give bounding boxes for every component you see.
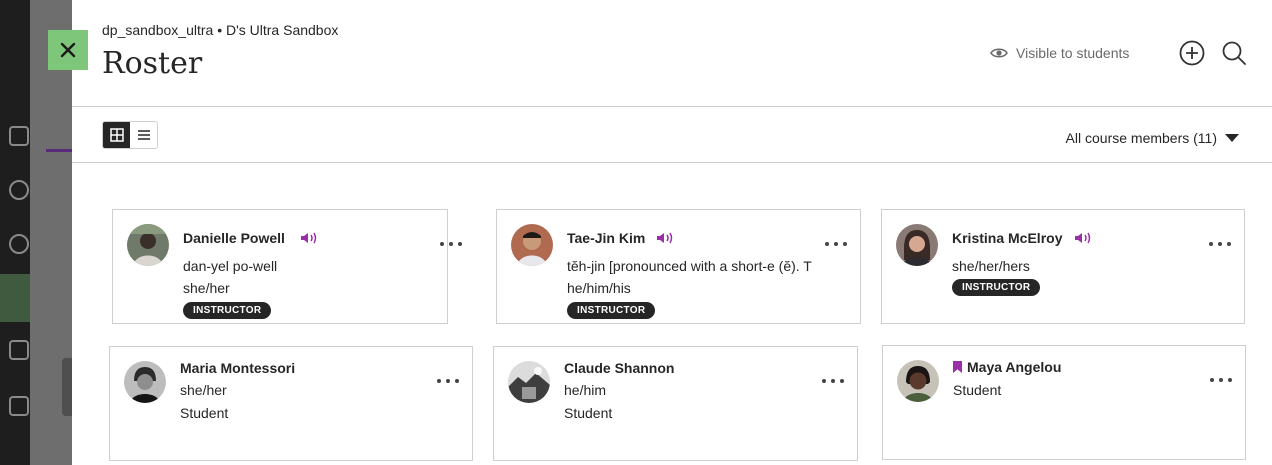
list-view-button[interactable] bbox=[130, 122, 157, 148]
dot bbox=[449, 242, 453, 246]
pronouns: she/her/hers bbox=[952, 258, 1030, 274]
name-pronunciation: dan-yel po-well bbox=[183, 258, 278, 274]
list-icon bbox=[137, 130, 150, 140]
add-icon bbox=[1179, 40, 1205, 66]
role: Student bbox=[180, 405, 229, 421]
background-nav bbox=[0, 0, 30, 465]
dot bbox=[840, 379, 844, 383]
member-name: Maya Angelou bbox=[967, 359, 1062, 375]
calendar-icon bbox=[9, 396, 29, 416]
role-badge: INSTRUCTOR bbox=[183, 302, 272, 319]
audio-icon[interactable] bbox=[300, 231, 320, 245]
more-options-button[interactable] bbox=[437, 373, 459, 389]
dot bbox=[825, 242, 829, 246]
member-card[interactable] bbox=[493, 346, 858, 461]
member-card[interactable] bbox=[881, 209, 1245, 324]
member-name[interactable]: Kristina McElroy bbox=[952, 230, 1062, 246]
role-badge: INSTRUCTOR bbox=[567, 302, 656, 319]
close-icon bbox=[60, 42, 76, 58]
close-button[interactable] bbox=[48, 30, 88, 70]
audio-icon[interactable] bbox=[656, 231, 676, 245]
filter-label: All course members (11) bbox=[1065, 130, 1217, 146]
member-card[interactable] bbox=[882, 345, 1246, 460]
avatar[interactable] bbox=[897, 360, 939, 402]
toolbar-divider bbox=[72, 162, 1272, 163]
dot bbox=[1228, 378, 1232, 382]
dot bbox=[1209, 242, 1213, 246]
role: Student bbox=[564, 405, 613, 421]
header-divider bbox=[72, 106, 1272, 107]
view-toggle bbox=[102, 121, 158, 149]
dot bbox=[1218, 242, 1222, 246]
grid-icon bbox=[109, 128, 124, 142]
name-pronunciation: tĕh-jin [pronounced with a short-e (ĕ). … bbox=[567, 258, 812, 274]
visibility-label: Visible to students bbox=[1016, 45, 1130, 61]
member-name[interactable]: Claude Shannon bbox=[564, 360, 674, 376]
chevron-down-icon bbox=[1225, 134, 1239, 142]
dot bbox=[1227, 242, 1231, 246]
dot bbox=[834, 242, 838, 246]
bookmark-icon bbox=[953, 361, 962, 373]
groups-icon bbox=[9, 340, 29, 360]
dot bbox=[1219, 378, 1223, 382]
visibility-toggle[interactable]: Visible to students bbox=[990, 44, 1129, 62]
dot bbox=[437, 379, 441, 383]
search-icon bbox=[1222, 41, 1246, 65]
audio-icon[interactable] bbox=[1074, 231, 1094, 245]
breadcrumb[interactable]: dp_sandbox_ultra • D's Ultra Sandbox bbox=[102, 22, 338, 38]
dot bbox=[446, 379, 450, 383]
institution-icon bbox=[9, 126, 29, 146]
role: Student bbox=[953, 382, 1002, 398]
dot bbox=[822, 379, 826, 383]
dot bbox=[831, 379, 835, 383]
member-name[interactable]: Danielle Powell bbox=[183, 230, 285, 246]
more-options-button[interactable] bbox=[1209, 236, 1231, 252]
more-options-button[interactable] bbox=[1210, 372, 1232, 388]
avatar[interactable] bbox=[896, 224, 938, 266]
avatar[interactable] bbox=[127, 224, 169, 266]
globe-icon bbox=[9, 234, 29, 254]
page-title: Roster bbox=[102, 46, 203, 81]
more-options-button[interactable] bbox=[822, 373, 844, 389]
dot bbox=[455, 379, 459, 383]
member-name[interactable]: Maria Montessori bbox=[180, 360, 295, 376]
dot bbox=[458, 242, 462, 246]
avatar[interactable] bbox=[511, 224, 553, 266]
avatar[interactable] bbox=[124, 361, 166, 403]
dot bbox=[843, 242, 847, 246]
eye-icon bbox=[990, 48, 1008, 58]
dot bbox=[440, 242, 444, 246]
member-card[interactable] bbox=[112, 209, 448, 324]
pronouns: he/him/his bbox=[567, 280, 631, 296]
background-tab bbox=[46, 118, 72, 152]
pronouns: she/her bbox=[180, 382, 227, 398]
background-nav-active bbox=[0, 274, 30, 322]
more-options-button[interactable] bbox=[440, 236, 462, 252]
role-badge: INSTRUCTOR bbox=[952, 279, 1041, 296]
grid-view-button[interactable] bbox=[103, 122, 130, 148]
dot bbox=[1210, 378, 1214, 382]
pronouns: he/him bbox=[564, 382, 607, 398]
add-button[interactable] bbox=[1179, 40, 1205, 66]
member-name-row[interactable]: Maya Angelou bbox=[953, 359, 1061, 375]
background-card bbox=[62, 358, 72, 416]
member-filter-dropdown[interactable]: All course members (11) bbox=[1066, 130, 1239, 146]
pronouns: she/her bbox=[183, 280, 230, 296]
more-options-button[interactable] bbox=[825, 236, 847, 252]
profile-icon bbox=[9, 180, 29, 200]
search-button[interactable] bbox=[1221, 40, 1247, 66]
avatar[interactable] bbox=[508, 361, 550, 403]
member-name[interactable]: Tae-Jin Kim bbox=[567, 230, 645, 246]
